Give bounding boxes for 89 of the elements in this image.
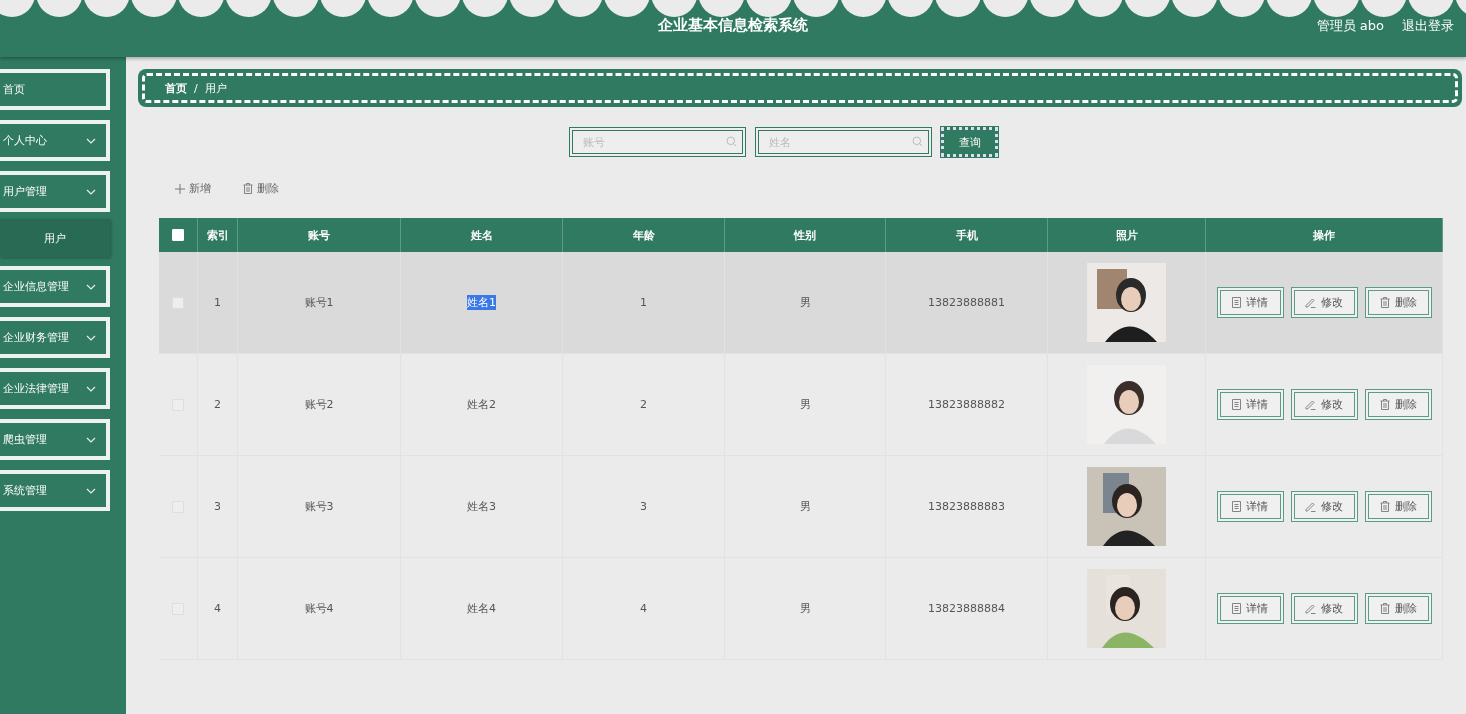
table-cell: 13823888882 — [928, 398, 1005, 411]
delete-button[interactable]: 删除 — [1364, 491, 1432, 522]
delete-button[interactable]: 删除 — [1364, 389, 1432, 420]
table-row[interactable]: 2 账号2 姓名2 2 男 13823888882 详情 修改 删除 — [159, 354, 1443, 456]
table-row[interactable]: 4 账号4 姓名4 4 男 13823888884 详情 修改 删除 — [159, 558, 1443, 660]
menu-item[interactable]: 系统管理 — [0, 470, 110, 511]
chevron-down-icon — [86, 283, 96, 290]
pencil-icon — [1305, 297, 1316, 308]
detail-button[interactable]: 详情 — [1216, 491, 1284, 522]
pencil-icon — [1305, 399, 1316, 410]
column-header: 索引 — [206, 227, 229, 243]
plus-icon — [175, 183, 185, 194]
column-header: 姓名 — [470, 227, 493, 243]
table-cell: 账号4 — [304, 601, 334, 616]
logout-link[interactable]: 退出登录 — [1402, 17, 1454, 35]
chevron-down-icon — [86, 436, 96, 443]
table-cell: 姓名3 — [467, 499, 496, 514]
table-row[interactable]: 3 账号3 姓名3 3 男 13823888883 详情 修改 删除 — [159, 456, 1443, 558]
table-cell: 姓名4 — [467, 601, 496, 616]
detail-button[interactable]: 详情 — [1216, 389, 1284, 420]
document-icon — [1232, 501, 1241, 512]
detail-button[interactable]: 详情 — [1216, 593, 1284, 624]
search-icon — [912, 136, 923, 147]
menu-item[interactable]: 爬虫管理 — [0, 419, 110, 460]
table-cell: 姓名2 — [467, 397, 496, 412]
breadcrumb-item: 用户 — [204, 80, 227, 96]
table-cell: 1 — [214, 296, 221, 309]
column-header: 手机 — [955, 227, 978, 243]
chevron-down-icon — [86, 188, 96, 195]
column-header: 性别 — [794, 227, 816, 243]
add-link[interactable]: 新增 — [175, 181, 211, 196]
menu-item[interactable]: 企业财务管理 — [0, 317, 110, 358]
chevron-down-icon — [86, 487, 96, 494]
table-cell: 3 — [214, 500, 221, 513]
document-icon — [1232, 603, 1241, 614]
user-name: 管理员 abo — [1316, 17, 1384, 35]
delete-button[interactable]: 删除 — [1364, 287, 1432, 318]
trash-icon — [1379, 603, 1390, 614]
chevron-down-icon — [86, 137, 96, 144]
column-header: 年龄 — [632, 227, 655, 243]
table-cell: 男 — [799, 295, 811, 310]
column-header: 账号 — [308, 227, 330, 243]
edit-button[interactable]: 修改 — [1290, 491, 1358, 522]
submenu-item[interactable]: 用户 — [0, 219, 110, 257]
trash-icon — [1379, 501, 1390, 512]
menu-item[interactable]: 用户管理 — [0, 171, 110, 212]
table-cell: 3 — [640, 500, 647, 513]
column-header: 操作 — [1313, 227, 1335, 243]
trash-icon — [1379, 399, 1390, 410]
table-cell: 账号2 — [304, 397, 334, 412]
trash-icon — [243, 183, 253, 194]
table-cell: 姓名1 — [467, 295, 496, 310]
edit-button[interactable]: 修改 — [1290, 593, 1358, 624]
column-header: 照片 — [1115, 227, 1138, 243]
table-cell: 13823888883 — [928, 500, 1005, 513]
menu-item[interactable]: 企业信息管理 — [0, 266, 110, 307]
edit-button[interactable]: 修改 — [1290, 287, 1358, 318]
document-icon — [1232, 297, 1241, 308]
app-title: 企业基本信息检索系统 — [658, 16, 808, 34]
table-cell: 男 — [799, 601, 811, 616]
table-cell: 男 — [799, 397, 811, 412]
table-cell: 账号3 — [304, 499, 334, 514]
table-row[interactable]: 1 账号1 姓名1 1 男 13823888881 详情 修改 删除 — [159, 252, 1443, 354]
table-cell: 4 — [214, 602, 221, 615]
document-icon — [1232, 399, 1241, 410]
detail-button[interactable]: 详情 — [1216, 287, 1284, 318]
search-button[interactable]: 查询 — [941, 127, 998, 157]
menu-item[interactable]: 首页 — [0, 69, 110, 110]
breadcrumb-item[interactable]: 首页 — [165, 80, 187, 96]
search-icon — [726, 136, 737, 147]
table-cell: 2 — [640, 398, 647, 411]
trash-icon — [1379, 297, 1390, 308]
breadcrumb-separator: / — [194, 81, 198, 95]
table-cell: 4 — [640, 602, 647, 615]
edit-button[interactable]: 修改 — [1290, 389, 1358, 420]
table-cell: 账号1 — [304, 295, 334, 310]
table-cell: 男 — [799, 499, 811, 514]
chevron-down-icon — [86, 334, 96, 341]
menu-item[interactable]: 个人中心 — [0, 120, 110, 161]
delete-link[interactable]: 删除 — [243, 181, 279, 196]
table-cell: 2 — [214, 398, 221, 411]
pencil-icon — [1305, 501, 1316, 512]
table-cell: 13823888884 — [928, 602, 1005, 615]
table-cell: 1 — [640, 296, 647, 309]
chevron-down-icon — [86, 385, 96, 392]
menu-item[interactable]: 企业法律管理 — [0, 368, 110, 409]
pencil-icon — [1305, 603, 1316, 614]
delete-button[interactable]: 删除 — [1364, 593, 1432, 624]
table-cell: 13823888881 — [928, 296, 1005, 309]
